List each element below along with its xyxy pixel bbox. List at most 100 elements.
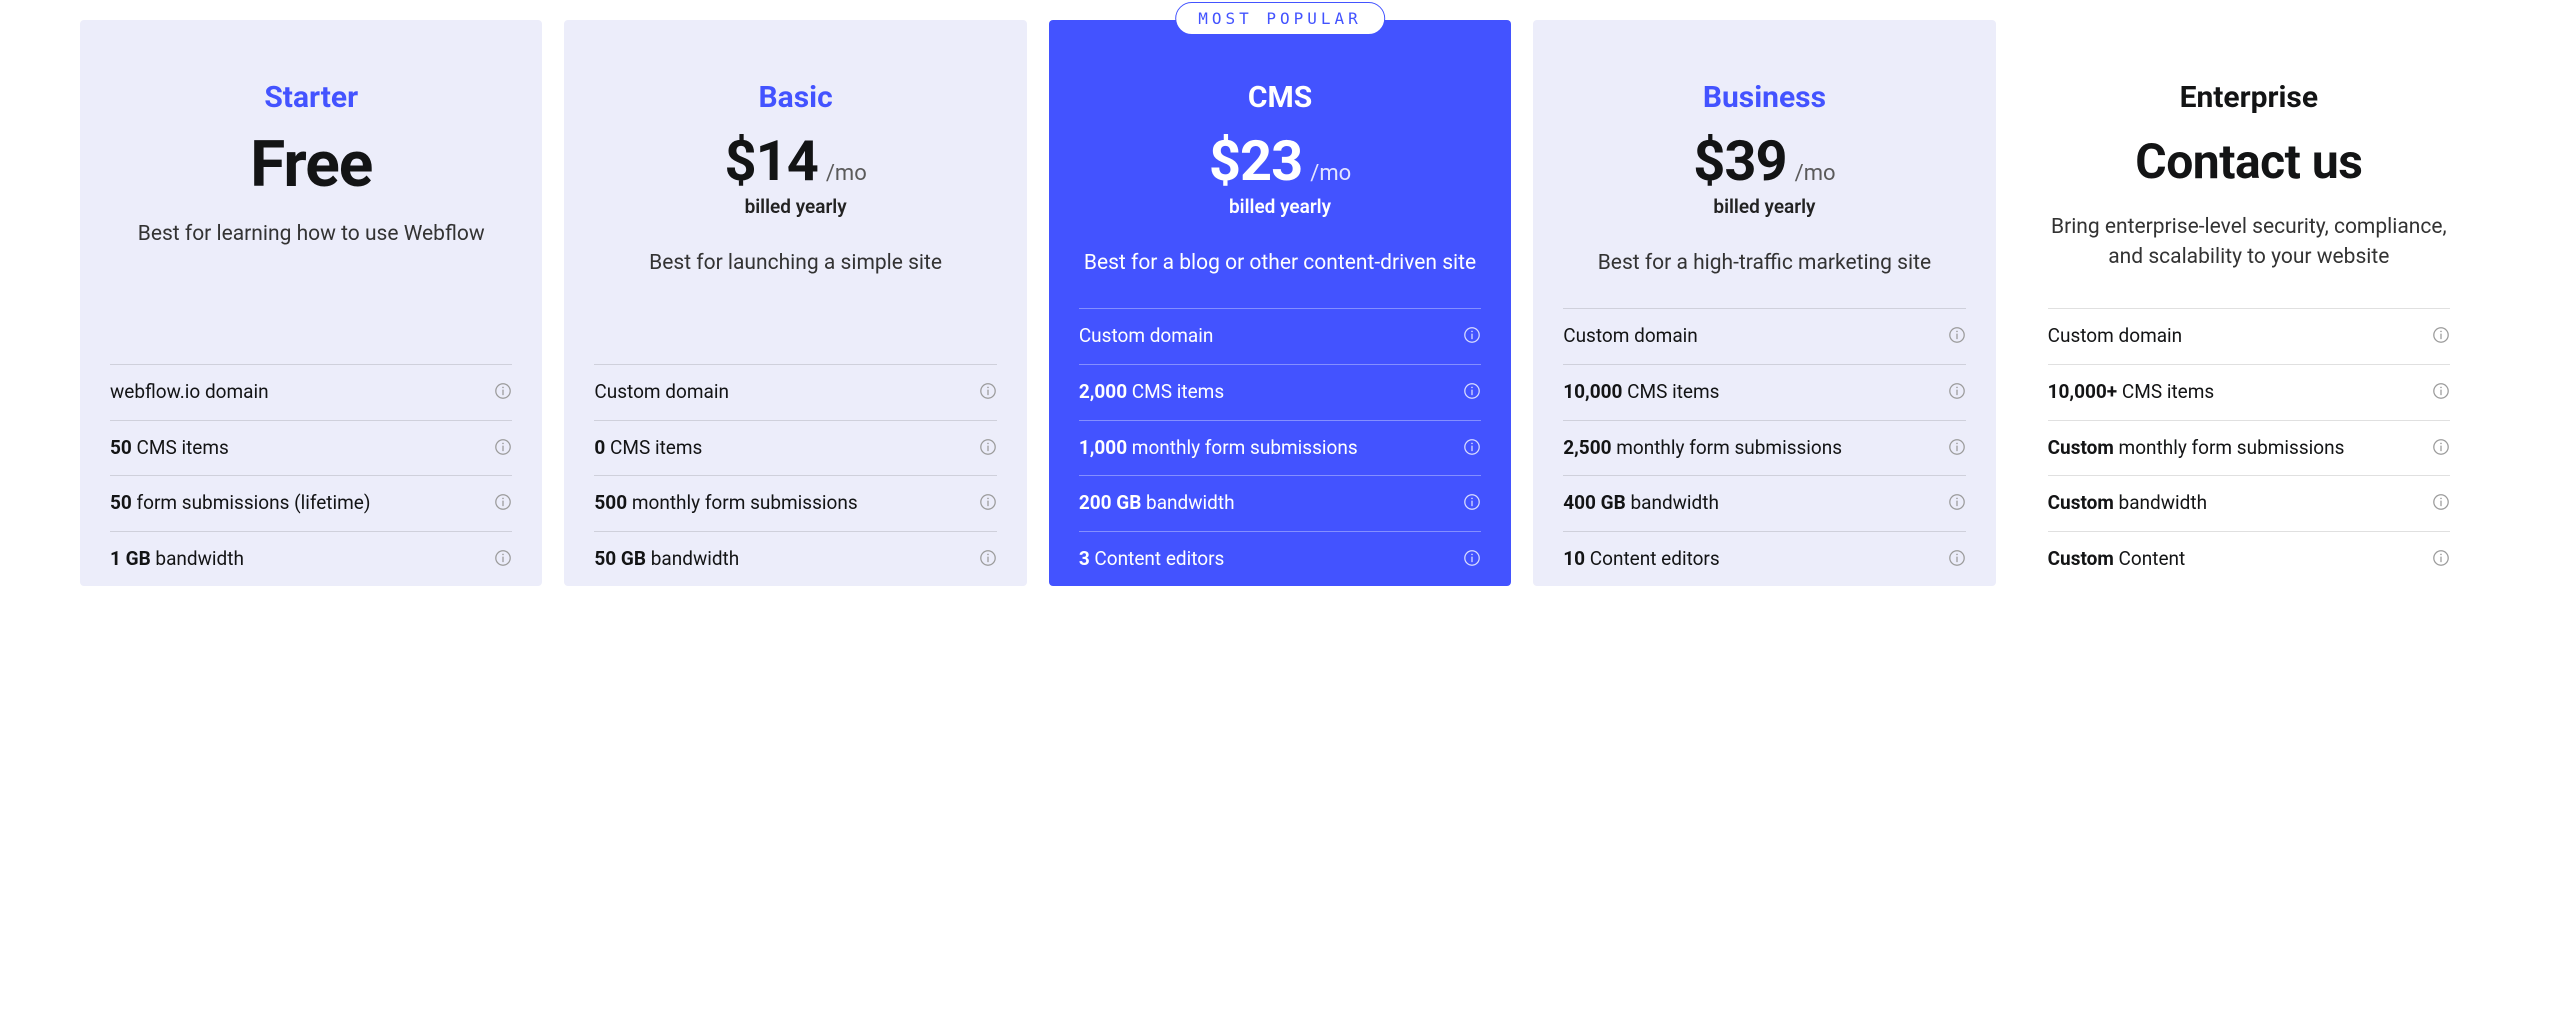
plan-feature-bold: 50 (110, 436, 132, 459)
plan-price: $39 (1693, 133, 1786, 189)
plan-feature-bold: 10 (1563, 547, 1585, 570)
plan-feature-text: 10,000 CMS items (1563, 379, 1935, 406)
info-icon[interactable] (1463, 382, 1481, 400)
plan-price: $14 (724, 133, 817, 189)
info-icon[interactable] (2432, 438, 2450, 456)
info-icon[interactable] (2432, 493, 2450, 511)
plan-feature-row: 10,000 CMS items (1563, 365, 1965, 421)
plan-feature-text: Custom domain (1563, 323, 1935, 350)
plan-feature-row: 2,000 CMS items (1079, 365, 1481, 421)
plan-feature-text: 3 Content editors (1079, 546, 1451, 573)
plan-feature-bold: 50 (110, 491, 132, 514)
plan-feature-text: Custom Content (2048, 546, 2420, 573)
plan-header: CMS$23/mobilled yearlyBest for a blog or… (1079, 80, 1481, 308)
contact-us-label[interactable]: Contact us (2048, 133, 2450, 190)
plan-description: Bring enterprise-level security, complia… (2048, 212, 2450, 273)
plan-header: StarterFreeBest for learning how to use … (110, 80, 512, 279)
info-icon[interactable] (1948, 382, 1966, 400)
plan-description: Best for launching a simple site (594, 248, 996, 278)
plan-feature-text: 200 GB bandwidth (1079, 490, 1451, 517)
plan-feature-row: 200 GB bandwidth (1079, 476, 1481, 532)
plan-feature-row: Custom domain (1079, 309, 1481, 365)
plan-feature-rest: bandwidth (1626, 491, 1719, 514)
plan-feature-text: 50 CMS items (110, 435, 482, 462)
info-icon[interactable] (494, 438, 512, 456)
plan-feature-rest: Content editors (1090, 547, 1225, 570)
info-icon[interactable] (979, 493, 997, 511)
plan-feature-bold: Custom (2048, 436, 2114, 459)
plan-feature-text: 1,000 monthly form submissions (1079, 435, 1451, 462)
info-icon[interactable] (1463, 549, 1481, 567)
plan-feature-list: Custom domain 0 CMS items 500 monthly form… (594, 364, 996, 586)
plan-header: EnterpriseContact usBring enterprise-lev… (2048, 80, 2450, 303)
plan-feature-row: 400 GB bandwidth (1563, 476, 1965, 532)
plan-feature-text: 1 GB bandwidth (110, 546, 482, 573)
info-icon[interactable] (494, 382, 512, 400)
plan-feature-bold: Custom (2048, 491, 2114, 514)
plan-feature-row: Custom domain (1563, 309, 1965, 365)
plan-feature-text: webflow.io domain (110, 379, 482, 406)
plan-card-basic: Basic$14/mobilled yearlyBest for launchi… (564, 20, 1026, 586)
plan-feature-bold: 10,000+ (2048, 380, 2118, 403)
plan-feature-bold: 0 (594, 436, 605, 459)
info-icon[interactable] (494, 549, 512, 567)
plan-feature-text: Custom monthly form submissions (2048, 435, 2420, 462)
plan-billed-cycle: billed yearly (594, 195, 996, 218)
info-icon[interactable] (2432, 382, 2450, 400)
plan-feature-rest: Custom domain (1079, 324, 1214, 347)
info-icon[interactable] (1948, 326, 1966, 344)
plan-feature-bold: 10,000 (1563, 380, 1622, 403)
info-icon[interactable] (2432, 549, 2450, 567)
info-icon[interactable] (1948, 493, 1966, 511)
plan-feature-text: 10 Content editors (1563, 546, 1935, 573)
info-icon[interactable] (979, 382, 997, 400)
info-icon[interactable] (979, 438, 997, 456)
plan-feature-list: Custom domain 2,000 CMS items 1,000 monthl… (1079, 308, 1481, 586)
plan-feature-rest: bandwidth (2114, 491, 2207, 514)
plan-feature-rest: bandwidth (646, 547, 739, 570)
info-icon[interactable] (1948, 438, 1966, 456)
plan-feature-list: webflow.io domain 50 CMS items 50 form sub… (110, 364, 512, 586)
plan-feature-text: 400 GB bandwidth (1563, 490, 1935, 517)
plan-feature-row: 500 monthly form submissions (594, 476, 996, 532)
plan-feature-rest: monthly form submissions (1612, 436, 1843, 459)
plan-feature-row: 50 CMS items (110, 421, 512, 477)
info-icon[interactable] (1463, 326, 1481, 344)
most-popular-badge: MOST POPULAR (1175, 2, 1385, 35)
info-icon[interactable] (1463, 493, 1481, 511)
plan-card-starter: StarterFreeBest for learning how to use … (80, 20, 542, 586)
info-icon[interactable] (979, 549, 997, 567)
info-icon[interactable] (1948, 549, 1966, 567)
plan-feature-row: 3 Content editors (1079, 532, 1481, 587)
info-icon[interactable] (494, 493, 512, 511)
plan-price: $23 (1209, 133, 1302, 189)
plan-price-line: $23/mo (1079, 133, 1481, 189)
plan-feature-row: 50 form submissions (lifetime) (110, 476, 512, 532)
plan-card-business: Business$39/mobilled yearlyBest for a hi… (1533, 20, 1995, 586)
plan-feature-text: 0 CMS items (594, 435, 966, 462)
plan-description: Best for a blog or other content-driven … (1079, 248, 1481, 278)
plan-feature-text: 2,500 monthly form submissions (1563, 435, 1935, 462)
plan-feature-row: 1,000 monthly form submissions (1079, 421, 1481, 477)
plan-feature-row: Custom domain (594, 365, 996, 421)
info-icon[interactable] (2432, 326, 2450, 344)
plan-feature-row: 10 Content editors (1563, 532, 1965, 587)
plan-feature-rest: monthly form submissions (2114, 436, 2345, 459)
plan-feature-row: 50 GB bandwidth (594, 532, 996, 587)
plan-feature-row: Custom monthly form submissions (2048, 421, 2450, 477)
plan-feature-text: Custom domain (594, 379, 966, 406)
plan-feature-text: Custom domain (1079, 323, 1451, 350)
info-icon[interactable] (1463, 438, 1481, 456)
plan-feature-rest: CMS items (1622, 380, 1719, 403)
plan-feature-rest: Custom domain (594, 380, 729, 403)
plan-feature-rest: Custom domain (1563, 324, 1698, 347)
plan-header: Business$39/mobilled yearlyBest for a hi… (1563, 80, 1965, 308)
plan-feature-rest: bandwidth (1141, 491, 1234, 514)
plan-feature-bold: 1 GB (110, 547, 151, 570)
plan-feature-bold: 3 (1079, 547, 1090, 570)
plan-feature-row: 2,500 monthly form submissions (1563, 421, 1965, 477)
plan-feature-rest: Custom domain (2048, 324, 2183, 347)
plan-card-enterprise: EnterpriseContact usBring enterprise-lev… (2018, 20, 2480, 586)
plan-price-line: $14/mo (594, 133, 996, 189)
plan-feature-bold: Custom (2048, 547, 2114, 570)
